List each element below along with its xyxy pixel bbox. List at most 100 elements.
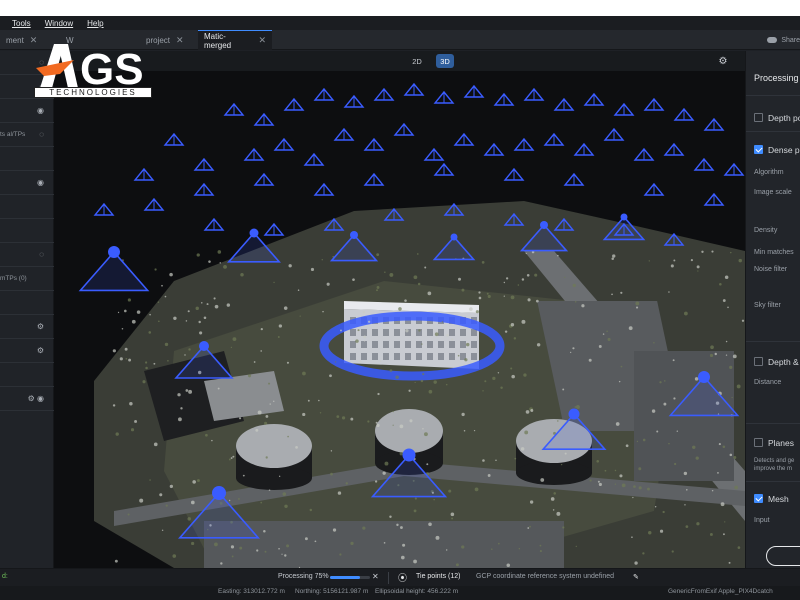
point — [164, 295, 167, 298]
close-icon[interactable]: ✕ — [176, 35, 184, 46]
sky-filter-label: Sky filter — [754, 302, 781, 309]
point — [214, 542, 218, 547]
depth-points-checkbox[interactable] — [754, 113, 763, 122]
gear-icon[interactable]: ⚙ — [37, 322, 44, 331]
point — [213, 297, 216, 300]
dense-points-label: Dense po — [768, 145, 800, 155]
mode-2d-button[interactable]: 2D — [408, 54, 426, 68]
point — [304, 537, 308, 541]
eye-off-icon[interactable]: ◌ — [39, 130, 44, 139]
point — [510, 323, 515, 327]
point — [474, 487, 479, 492]
point — [719, 282, 722, 286]
point — [185, 389, 189, 392]
close-icon[interactable]: ✕ — [258, 35, 266, 46]
point — [539, 550, 542, 553]
point — [239, 546, 243, 550]
point — [714, 352, 717, 356]
point — [286, 361, 290, 364]
point — [434, 332, 439, 337]
layer-row[interactable] — [0, 195, 54, 219]
point — [264, 550, 267, 553]
point — [297, 289, 300, 291]
point — [732, 354, 737, 359]
point — [302, 412, 306, 417]
point — [536, 343, 541, 347]
window — [416, 353, 422, 360]
mesh-checkbox[interactable] — [754, 494, 763, 503]
cancel-icon[interactable]: ✕ — [372, 572, 379, 581]
point — [631, 536, 633, 538]
menu-help[interactable]: Help — [87, 19, 103, 28]
point-cloud-scene[interactable] — [54, 51, 745, 568]
point — [611, 257, 614, 261]
point — [228, 499, 231, 502]
tab-matic-merged[interactable]: Matic-merged ✕ — [198, 30, 272, 50]
dense-points-checkbox[interactable] — [754, 145, 763, 154]
layer-row[interactable] — [0, 363, 54, 387]
point — [668, 442, 670, 445]
point — [718, 443, 721, 446]
gear-icon[interactable]: ⚙ — [714, 54, 732, 68]
menu-window[interactable]: Window — [45, 19, 73, 28]
point — [659, 381, 662, 384]
point — [167, 359, 169, 362]
point — [278, 324, 282, 328]
point — [487, 294, 491, 299]
layer-row[interactable]: ◌ — [0, 243, 54, 267]
point — [145, 361, 148, 364]
layer-row[interactable]: ◉ — [0, 99, 54, 123]
point — [307, 399, 310, 402]
point — [376, 286, 380, 289]
point — [723, 533, 725, 536]
divider — [388, 572, 389, 584]
point — [336, 415, 340, 418]
point — [728, 561, 731, 564]
depth-and-checkbox[interactable] — [754, 357, 763, 366]
window — [427, 329, 433, 336]
point — [321, 259, 323, 261]
point — [523, 373, 527, 377]
tie-points-label[interactable]: Tie points (12) — [416, 573, 460, 580]
layer-row[interactable] — [0, 147, 54, 171]
layer-row[interactable]: ◉ — [0, 171, 54, 195]
point — [282, 492, 287, 496]
point — [484, 380, 487, 383]
layer-row[interactable]: mTPs (0) — [0, 267, 54, 291]
point — [441, 321, 444, 323]
layer-row[interactable]: ts al/TPs ◌ — [0, 123, 54, 147]
eye-icon[interactable]: ◉ — [37, 178, 44, 187]
3d-viewport[interactable]: |◀ 2D 3D ⚙ — [54, 51, 745, 568]
point — [402, 543, 406, 547]
point — [731, 396, 733, 399]
gear-icon[interactable]: ⚙ — [37, 346, 44, 355]
point — [142, 380, 146, 384]
layer-row[interactable]: ⚙ ◉ — [0, 387, 54, 411]
point — [172, 554, 177, 558]
gear-eye-icon[interactable]: ⚙ ◉ — [28, 394, 44, 403]
layer-row[interactable]: ⚙ — [0, 339, 54, 363]
point — [598, 482, 602, 487]
window — [438, 341, 444, 348]
planes-checkbox[interactable] — [754, 438, 763, 447]
menu-tools[interactable]: Tools — [12, 19, 31, 28]
share-button[interactable]: Share — [761, 33, 800, 47]
eye-off-icon[interactable]: ◌ — [39, 250, 44, 259]
point — [625, 444, 629, 448]
noise-filter-label: Noise filter — [754, 266, 788, 273]
layer-row[interactable]: ⚙ — [0, 315, 54, 339]
eye-icon[interactable]: ◉ — [37, 106, 44, 115]
edit-icon[interactable]: ✎ — [633, 573, 639, 581]
point — [384, 271, 386, 274]
planes-description-2: improve the m — [754, 466, 793, 472]
tank-top — [236, 424, 312, 468]
point — [648, 531, 652, 535]
layer-row[interactable] — [0, 291, 54, 315]
point — [195, 306, 199, 311]
point — [375, 421, 378, 424]
point — [575, 545, 577, 547]
layer-row[interactable] — [0, 219, 54, 243]
process-button[interactable] — [766, 546, 800, 566]
point — [463, 430, 466, 432]
mode-3d-button[interactable]: 3D — [436, 54, 454, 68]
